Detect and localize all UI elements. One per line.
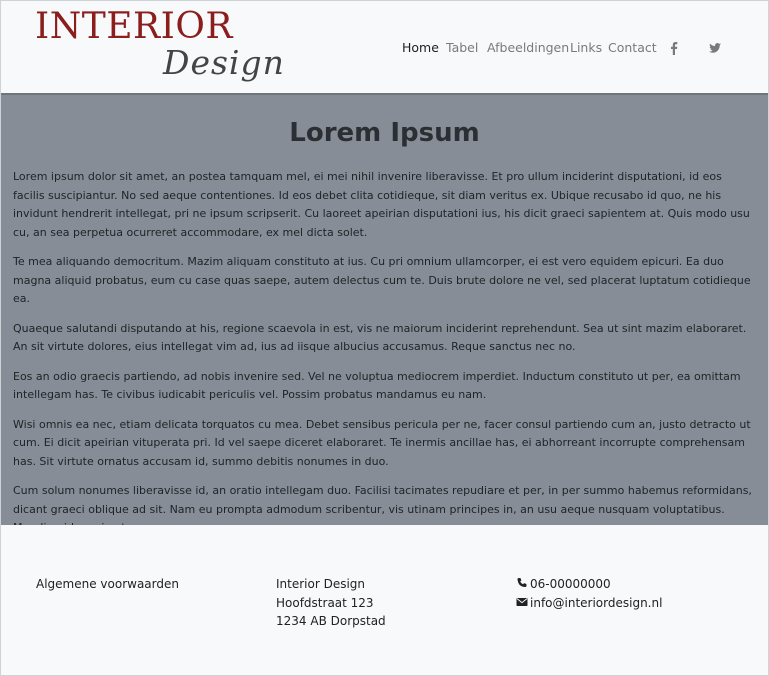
footer-contact: 06-00000000 info@interiordesign.nl — [516, 575, 662, 612]
nav-afbeeldingen[interactable]: Afbeeldingen — [487, 39, 569, 57]
footer-address: Interior Design Hoofdstraat 123 1234 AB … — [276, 575, 386, 631]
nav-contact[interactable]: Contact — [608, 39, 657, 57]
nav-home[interactable]: Home — [402, 39, 439, 57]
paragraph: Wisi omnis ea nec, etiam delicata torqua… — [13, 417, 751, 468]
email-address[interactable]: info@interiordesign.nl — [530, 596, 662, 610]
phone-icon — [517, 578, 527, 587]
paragraph: Eos an odio graecis partiendo, ad nobis … — [13, 369, 741, 402]
address-line: 1234 AB Dorpstad — [276, 614, 386, 628]
nav-tabel[interactable]: Tabel — [446, 39, 478, 57]
phone-number[interactable]: 06-00000000 — [530, 577, 611, 591]
paragraph: Te mea aliquando democritum. Mazim aliqu… — [13, 255, 751, 305]
phone-row: 06-00000000 — [516, 575, 662, 594]
paragraph: Lorem ipsum dolor sit amet, an postea ta… — [13, 170, 750, 239]
brand-logo[interactable]: INTERIOR Design — [35, 7, 295, 89]
facebook-icon[interactable] — [667, 41, 681, 55]
email-row: info@interiordesign.nl — [516, 594, 662, 613]
site-header: INTERIOR Design Home Tabel Afbeeldingen … — [1, 1, 768, 93]
page-title: Lorem Ipsum — [289, 118, 480, 148]
twitter-icon[interactable] — [708, 41, 722, 55]
main-content: Lorem Ipsum Lorem ipsum dolor sit amet, … — [1, 93, 768, 534]
nav-links[interactable]: Links — [570, 39, 602, 57]
address-line: Hoofdstraat 123 — [276, 595, 374, 610]
envelope-icon — [516, 597, 528, 606]
footer-links: Algemene voorwaarden — [36, 575, 179, 594]
terms-link[interactable]: Algemene voorwaarden — [36, 575, 179, 594]
brand-logo-line2: Design — [163, 43, 285, 82]
paragraph: Quaeque salutandi disputando at his, reg… — [13, 321, 747, 354]
brand-logo-line1: INTERIOR — [35, 6, 233, 47]
address-line: Interior Design — [276, 577, 366, 591]
site-footer: Algemene voorwaarden Interior Design Hoo… — [1, 525, 768, 675]
